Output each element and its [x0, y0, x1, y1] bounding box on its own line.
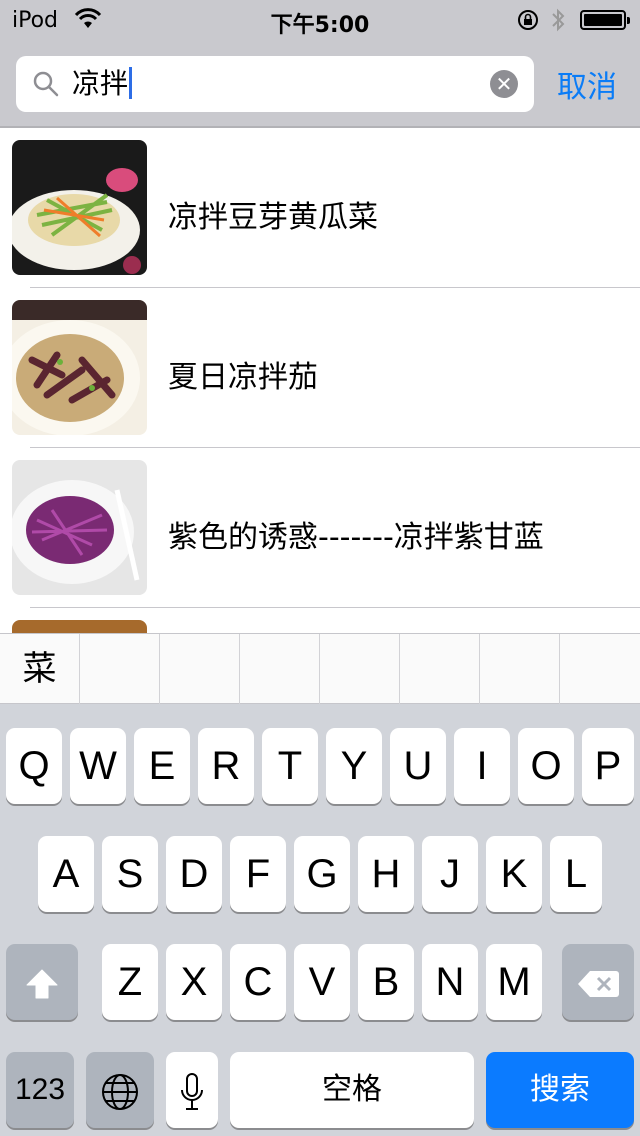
list-item[interactable]: 紫色的诱惑-------凉拌紫甘蓝: [0, 448, 640, 608]
key[interactable]: S: [102, 836, 158, 912]
key[interactable]: V: [294, 944, 350, 1020]
search-header: iPod 下午5:00 凉拌 ✕ 取消: [0, 0, 640, 128]
recipe-title: 凉拌豆芽黄瓜菜: [168, 200, 378, 235]
dictation-key[interactable]: [166, 1052, 218, 1128]
key[interactable]: M: [486, 944, 542, 1020]
recipe-thumbnail: [12, 300, 147, 435]
backspace-icon: [576, 969, 620, 999]
backspace-key[interactable]: [562, 944, 634, 1020]
key[interactable]: A: [38, 836, 94, 912]
key[interactable]: I: [454, 728, 510, 804]
text-caret: [129, 67, 133, 99]
candidate-slot: [560, 634, 640, 704]
candidate-slot: [320, 634, 400, 704]
key[interactable]: U: [390, 728, 446, 804]
candidate-word[interactable]: 菜: [0, 634, 80, 704]
key[interactable]: Q: [6, 728, 62, 804]
key[interactable]: K: [486, 836, 542, 912]
key[interactable]: G: [294, 836, 350, 912]
status-bar: iPod 下午5:00: [0, 0, 640, 40]
key[interactable]: J: [422, 836, 478, 912]
recipe-title: 夏日凉拌茄: [168, 360, 318, 395]
candidate-slot: [400, 634, 480, 704]
key[interactable]: D: [166, 836, 222, 912]
key[interactable]: C: [230, 944, 286, 1020]
numbers-key[interactable]: 123: [6, 1052, 74, 1128]
search-query[interactable]: 凉拌: [72, 66, 133, 102]
search-icon: [32, 70, 60, 98]
recipe-thumbnail: [12, 460, 147, 595]
key[interactable]: Y: [326, 728, 382, 804]
key[interactable]: R: [198, 728, 254, 804]
list-item[interactable]: [0, 608, 640, 633]
candidate-slot: [160, 634, 240, 704]
recipe-thumbnail: [12, 620, 147, 633]
key[interactable]: E: [134, 728, 190, 804]
key[interactable]: B: [358, 944, 414, 1020]
space-key[interactable]: 空格: [230, 1052, 474, 1128]
status-time: 下午5:00: [270, 13, 370, 38]
search-input[interactable]: 凉拌 ✕: [16, 56, 534, 112]
key[interactable]: T: [262, 728, 318, 804]
keyboard: Q W E R T Y U I O P A S D F G H J K L Z …: [0, 704, 640, 1136]
key[interactable]: F: [230, 836, 286, 912]
clear-icon[interactable]: ✕: [490, 70, 518, 98]
microphone-icon: [179, 1072, 205, 1112]
battery-icon: [580, 10, 630, 30]
results-list[interactable]: 凉拌豆芽黄瓜菜 夏日凉拌茄 紫色的诱惑-------凉拌紫甘蓝: [0, 128, 640, 633]
candidate-slot: [80, 634, 160, 704]
key[interactable]: P: [582, 728, 634, 804]
list-item[interactable]: 夏日凉拌茄: [0, 288, 640, 448]
candidate-bar: 菜: [0, 633, 640, 704]
list-item[interactable]: 凉拌豆芽黄瓜菜: [0, 128, 640, 288]
recipe-thumbnail: [12, 140, 147, 275]
key[interactable]: Z: [102, 944, 158, 1020]
recipe-title: 紫色的诱惑-------凉拌紫甘蓝: [168, 520, 544, 555]
key[interactable]: L: [550, 836, 602, 912]
shift-icon: [24, 967, 60, 1001]
key[interactable]: O: [518, 728, 574, 804]
globe-icon: [100, 1072, 140, 1112]
bluetooth-icon: [550, 7, 566, 39]
key[interactable]: N: [422, 944, 478, 1020]
key[interactable]: W: [70, 728, 126, 804]
key[interactable]: H: [358, 836, 414, 912]
cancel-button[interactable]: 取消: [557, 62, 617, 106]
candidate-slot: [480, 634, 560, 704]
globe-key[interactable]: [86, 1052, 154, 1128]
search-key[interactable]: 搜索: [486, 1052, 634, 1128]
key[interactable]: X: [166, 944, 222, 1020]
orientation-lock-icon: [516, 8, 540, 38]
candidate-slot: [240, 634, 320, 704]
shift-key[interactable]: [6, 944, 78, 1020]
